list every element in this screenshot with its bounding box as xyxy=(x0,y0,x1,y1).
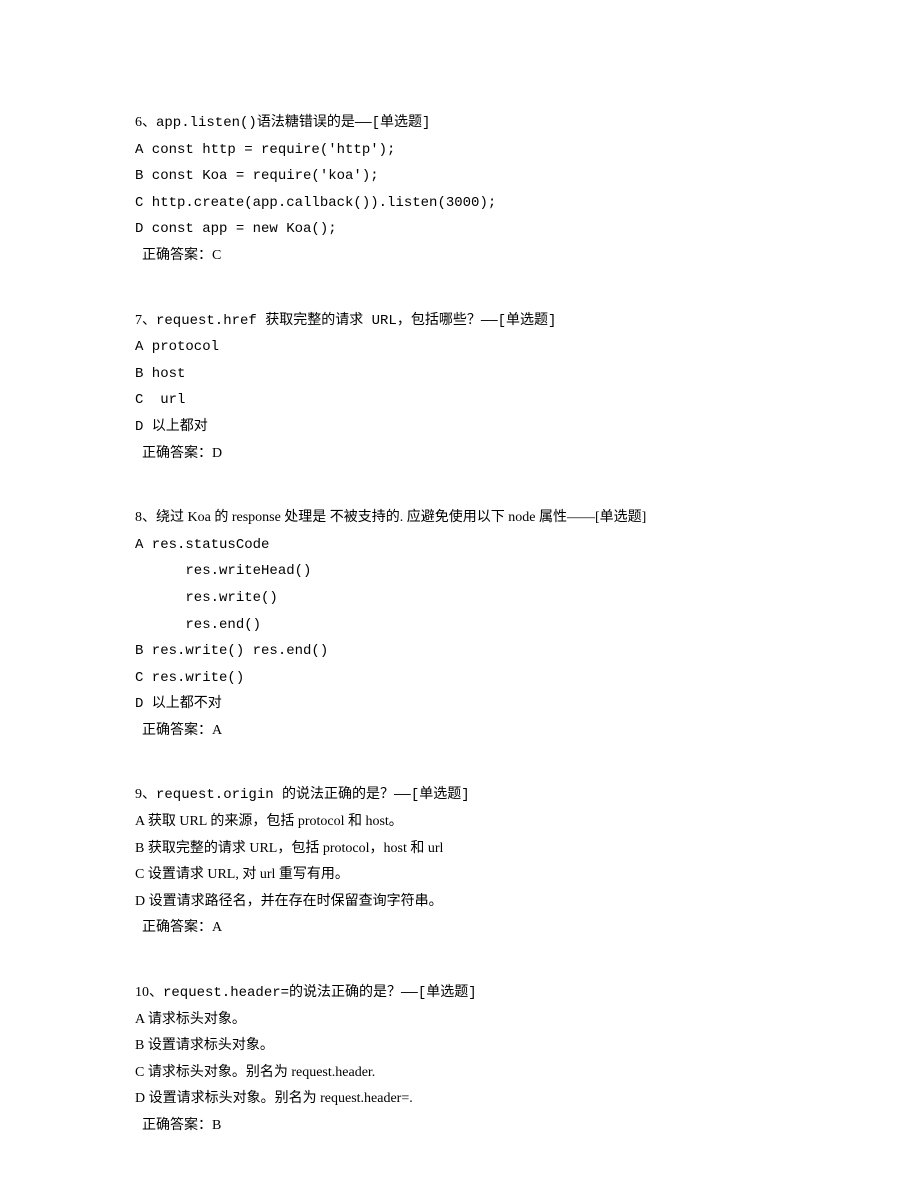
question-option: A const http = require('http'); xyxy=(135,137,800,164)
question-block: 7、request.href 获取完整的请求 URL，包括哪些？——[单选题]A… xyxy=(135,308,800,468)
question-option: D 以上都不对 xyxy=(135,691,800,718)
question-option: B const Koa = require('koa'); xyxy=(135,163,800,190)
question-option: A 请求标头对象。 xyxy=(135,1007,800,1034)
question-option: res.write() xyxy=(135,585,800,612)
question-option: B host xyxy=(135,361,800,388)
question-option: C 请求标头对象。别名为 request.header. xyxy=(135,1060,800,1087)
correct-answer: 正确答案：A xyxy=(135,915,800,942)
question-number: 6 xyxy=(135,115,142,130)
question-text: 、app.listen()语法糖错误的是——[单选题] xyxy=(142,115,430,131)
question-prompt: 10、request.header=的说法正确的是？——[单选题] xyxy=(135,980,800,1007)
document-page: 6、app.listen()语法糖错误的是——[单选题]A const http… xyxy=(0,0,920,1191)
correct-answer: 正确答案：B xyxy=(135,1113,800,1140)
question-option: res.end() xyxy=(135,612,800,639)
question-option: C 设置请求 URL, 对 url 重写有用。 xyxy=(135,862,800,889)
question-option: A 获取 URL 的来源，包括 protocol 和 host。 xyxy=(135,809,800,836)
question-option: res.writeHead() xyxy=(135,558,800,585)
question-text: 、request.origin 的说法正确的是？——[单选题] xyxy=(142,787,470,803)
question-option: A protocol xyxy=(135,334,800,361)
question-number: 7 xyxy=(135,313,142,328)
question-option: B res.write() res.end() xyxy=(135,638,800,665)
question-number: 8 xyxy=(135,510,142,525)
correct-answer: 正确答案：C xyxy=(135,243,800,270)
question-option: B 获取完整的请求 URL，包括 protocol，host 和 url xyxy=(135,836,800,863)
question-text: 、request.href 获取完整的请求 URL，包括哪些？——[单选题] xyxy=(142,313,556,329)
question-prompt: 8、绕过 Koa 的 response 处理是 不被支持的. 应避免使用以下 n… xyxy=(135,505,800,532)
question-option: D 设置请求路径名，并在存在时保留查询字符串。 xyxy=(135,889,800,916)
question-block: 10、request.header=的说法正确的是？——[单选题]A 请求标头对… xyxy=(135,980,800,1140)
question-block: 6、app.listen()语法糖错误的是——[单选题]A const http… xyxy=(135,110,800,270)
question-option: D 设置请求标头对象。别名为 request.header=. xyxy=(135,1086,800,1113)
question-option: A res.statusCode xyxy=(135,532,800,559)
question-option: B 设置请求标头对象。 xyxy=(135,1033,800,1060)
correct-answer: 正确答案：A xyxy=(135,718,800,745)
question-option: D const app = new Koa(); xyxy=(135,216,800,243)
question-prompt: 7、request.href 获取完整的请求 URL，包括哪些？——[单选题] xyxy=(135,308,800,335)
question-prompt: 9、request.origin 的说法正确的是？——[单选题] xyxy=(135,782,800,809)
question-number: 9 xyxy=(135,787,142,802)
question-block: 8、绕过 Koa 的 response 处理是 不被支持的. 应避免使用以下 n… xyxy=(135,505,800,744)
question-text: 、request.header=的说法正确的是？——[单选题] xyxy=(149,985,477,1001)
question-prompt: 6、app.listen()语法糖错误的是——[单选题] xyxy=(135,110,800,137)
question-block: 9、request.origin 的说法正确的是？——[单选题]A 获取 URL… xyxy=(135,782,800,942)
correct-answer: 正确答案：D xyxy=(135,441,800,468)
question-text: 、绕过 Koa 的 response 处理是 不被支持的. 应避免使用以下 no… xyxy=(142,510,646,525)
question-option: C res.write() xyxy=(135,665,800,692)
question-option: C http.create(app.callback()).listen(300… xyxy=(135,190,800,217)
question-option: C url xyxy=(135,387,800,414)
question-option: D 以上都对 xyxy=(135,414,800,441)
question-number: 10 xyxy=(135,985,149,1000)
